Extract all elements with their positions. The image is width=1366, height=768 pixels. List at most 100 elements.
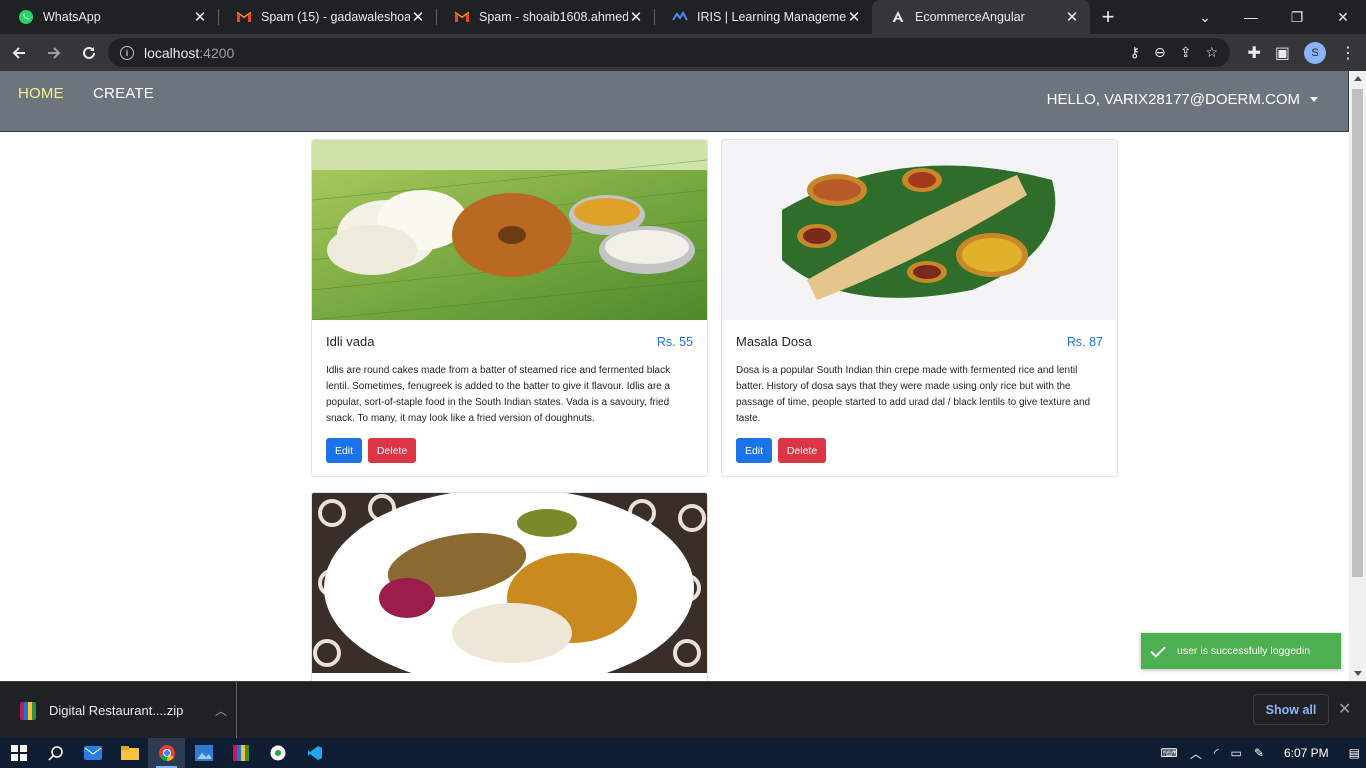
product-title: Idli vada	[326, 334, 375, 349]
delete-button[interactable]: Delete	[778, 438, 826, 463]
share-icon[interactable]: ⇪	[1180, 44, 1192, 61]
iris-icon	[672, 9, 688, 25]
vscode-icon[interactable]	[296, 738, 333, 768]
photos-icon[interactable]	[185, 738, 222, 768]
download-filename: Digital Restaurant....zip	[49, 703, 184, 718]
tab-gmail-2[interactable]: Spam - shoaib1608.ahmed@ ✕	[436, 0, 654, 34]
chevron-up-icon[interactable]: ︿	[206, 702, 236, 719]
url-port: :4200	[199, 44, 235, 61]
close-icon[interactable]: ✕	[628, 8, 644, 26]
close-icon[interactable]: ✕	[410, 8, 426, 26]
toolbar-right: ✚ ▣ S ⋮	[1247, 38, 1356, 67]
keyboard-icon[interactable]: ⌨	[1155, 746, 1184, 760]
close-icon[interactable]: ✕	[192, 8, 208, 26]
close-downloads-icon[interactable]: ✕	[1338, 699, 1351, 719]
window-controls: ⌄ — ❐ ✕	[1182, 0, 1366, 34]
tab-title: WhatsApp	[43, 10, 101, 24]
product-card	[311, 492, 708, 681]
toast-message: user is successfully loggedin	[1177, 645, 1311, 657]
scroll-down-icon[interactable]	[1354, 671, 1362, 676]
gmail-icon	[454, 9, 470, 25]
wifi-icon[interactable]: ◜	[1208, 746, 1225, 760]
profile-avatar[interactable]: S	[1304, 41, 1326, 64]
scroll-thumb[interactable]	[1352, 89, 1363, 577]
user-dropdown[interactable]: HELLO, VARIX28177@DOERM.COM	[1047, 91, 1318, 108]
reload-icon[interactable]	[73, 37, 105, 69]
omnibox-actions: ⚷ ⊖ ⇪ ☆	[1130, 38, 1218, 67]
zip-file-icon	[20, 701, 36, 720]
tab-title: EcommerceAngular	[915, 10, 1025, 24]
site-info-icon[interactable]: i	[120, 45, 134, 60]
bookmark-star-icon[interactable]: ☆	[1205, 44, 1218, 61]
clock[interactable]: 6:07 PM	[1270, 746, 1343, 760]
tab-iris[interactable]: IRIS | Learning Management ✕	[654, 0, 872, 34]
scroll-up-icon[interactable]	[1354, 76, 1362, 81]
side-panel-icon[interactable]: ▣	[1275, 43, 1290, 63]
tab-title: Spam (15) - gadawaleshoaib	[261, 10, 410, 24]
app-circle-icon[interactable]	[259, 738, 296, 768]
windows-start-icon[interactable]	[0, 738, 37, 768]
angular-icon	[890, 9, 906, 25]
zoom-icon[interactable]: ⊖	[1154, 44, 1166, 61]
chevron-up-icon[interactable]: ︿	[1184, 745, 1208, 762]
close-icon[interactable]: ✕	[1064, 8, 1080, 26]
edit-button[interactable]: Edit	[326, 438, 362, 463]
key-icon[interactable]: ⚷	[1130, 44, 1140, 61]
window-close-icon[interactable]: ✕	[1320, 9, 1366, 26]
download-item[interactable]: Digital Restaurant....zip ︿	[0, 682, 237, 739]
page-viewport: HOME CREATE HELLO, VARIX28177@DOERM.COM	[0, 71, 1366, 681]
chrome-icon[interactable]	[148, 738, 185, 768]
system-tray: ⌨ ︿ ◜ ▭ ✎ 6:07 PM ▤	[1155, 738, 1366, 768]
new-tab-button[interactable]: +	[1090, 0, 1126, 34]
whatsapp-icon	[18, 9, 34, 25]
product-description: Dosa is a popular South Indian thin crep…	[736, 365, 1091, 424]
product-image-fish-thali	[312, 493, 707, 673]
tab-ecommerce-angular[interactable]: EcommerceAngular ✕	[872, 0, 1090, 34]
mail-icon[interactable]	[74, 738, 111, 768]
tab-whatsapp[interactable]: WhatsApp ✕	[0, 0, 218, 34]
downloads-bar: Digital Restaurant....zip ︿ Show all ✕	[0, 681, 1366, 739]
menu-kebab-icon[interactable]: ⋮	[1340, 43, 1356, 63]
windows-taskbar: ⌨ ︿ ◜ ▭ ✎ 6:07 PM ▤	[0, 738, 1366, 768]
product-image-idli-vada	[312, 140, 707, 320]
forward-icon[interactable]	[38, 37, 70, 69]
tab-gmail-1[interactable]: Spam (15) - gadawaleshoaib ✕	[218, 0, 436, 34]
product-price: Rs. 87	[1066, 335, 1103, 349]
address-bar[interactable]: i localhost:4200 ⚷ ⊖ ⇪ ☆	[108, 38, 1230, 67]
nav-home-link[interactable]: HOME	[18, 85, 64, 102]
show-all-button[interactable]: Show all	[1253, 694, 1329, 725]
file-explorer-icon[interactable]	[111, 738, 148, 768]
caret-down-icon	[1310, 97, 1318, 102]
search-icon[interactable]	[37, 738, 74, 768]
tab-title: Spam - shoaib1608.ahmed@	[479, 10, 628, 24]
back-icon[interactable]	[3, 37, 35, 69]
product-card: Idli vada Rs. 55 Idlis are round cakes m…	[311, 139, 708, 477]
checkmark-icon	[1150, 641, 1166, 658]
product-description: Idlis are round cakes made from a batter…	[326, 365, 671, 424]
battery-icon[interactable]: ▭	[1225, 746, 1248, 760]
winrar-icon[interactable]	[222, 738, 259, 768]
app-navbar: HOME CREATE HELLO, VARIX28177@DOERM.COM	[0, 71, 1349, 132]
product-card: Masala Dosa Rs. 87 Dosa is a popular Sou…	[721, 139, 1118, 477]
minimize-icon[interactable]: —	[1228, 9, 1274, 25]
user-greeting: HELLO, VARIX28177@DOERM.COM	[1046, 91, 1300, 108]
notifications-icon[interactable]: ▤	[1343, 746, 1366, 760]
delete-button[interactable]: Delete	[368, 438, 416, 463]
gmail-icon	[236, 9, 252, 25]
close-icon[interactable]: ✕	[846, 8, 862, 26]
pen-icon[interactable]: ✎	[1248, 746, 1270, 760]
tab-title: IRIS | Learning Management	[697, 10, 846, 24]
page-scrollbar[interactable]	[1349, 71, 1366, 681]
url-host: localhost	[144, 44, 200, 61]
restore-icon[interactable]: ❐	[1274, 9, 1320, 26]
product-price: Rs. 55	[656, 335, 693, 349]
product-image-masala-dosa	[722, 140, 1117, 320]
browser-toolbar: i localhost:4200 ⚷ ⊖ ⇪ ☆ ✚ ▣ S ⋮	[0, 34, 1366, 71]
product-title: Masala Dosa	[736, 334, 812, 349]
extensions-icon[interactable]: ✚	[1247, 43, 1260, 63]
tab-search-icon[interactable]: ⌄	[1182, 9, 1228, 26]
edit-button[interactable]: Edit	[736, 438, 772, 463]
nav-create-link[interactable]: CREATE	[93, 85, 154, 102]
success-toast[interactable]: user is successfully loggedin	[1141, 633, 1341, 669]
browser-tab-strip: WhatsApp ✕ Spam (15) - gadawaleshoaib ✕ …	[0, 0, 1366, 34]
